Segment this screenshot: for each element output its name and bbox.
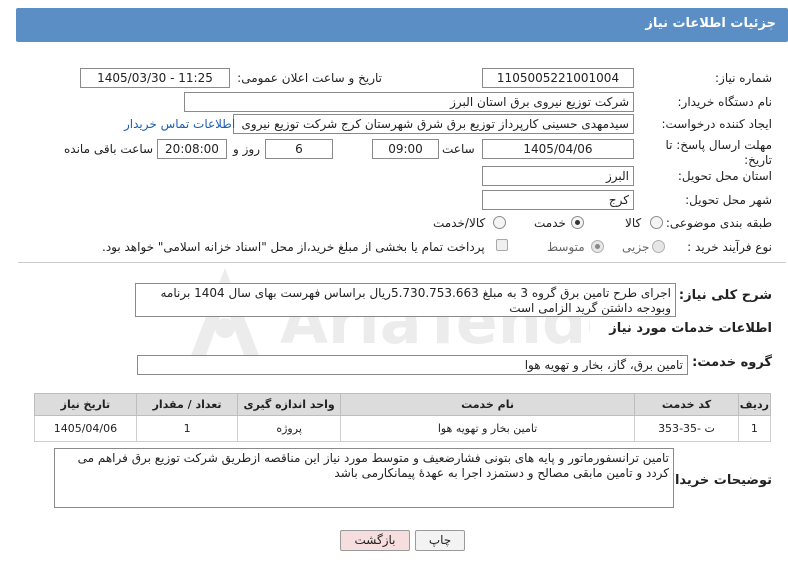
category-label: طبقه بندی موضوعی: <box>665 216 772 230</box>
remaining-time-label: ساعت باقی مانده <box>64 142 154 156</box>
col-unit: واحد اندازه گیری <box>237 393 341 416</box>
buyer-notes-label: توضیحات خریدار: <box>662 473 772 488</box>
category-option-service: خدمت <box>534 216 566 230</box>
process-option-minor: جزیی <box>622 240 650 254</box>
deadline-time-label: ساعت <box>442 142 475 156</box>
page-header: جزئیات اطلاعات نیاز <box>16 8 788 42</box>
cell-date: 1405/04/06 <box>34 415 137 442</box>
province-field[interactable]: البرز <box>482 166 634 186</box>
divider <box>18 262 786 263</box>
col-date: تاریخ نیاز <box>34 393 137 416</box>
category-option-goods-service: کالا/خدمت <box>433 216 486 230</box>
category-radio-goods-service[interactable] <box>493 216 506 229</box>
deadline-label: مهلت ارسال پاسخ: تا تاریخ: <box>665 138 772 167</box>
process-label: نوع فرآیند خرید : <box>687 240 772 254</box>
category-option-goods: کالا <box>625 216 642 230</box>
print-button[interactable]: چاپ <box>415 530 465 551</box>
buyer-org-label: نام دستگاه خریدار: <box>677 95 773 109</box>
remaining-time-field[interactable]: 20:08:00 <box>157 139 227 159</box>
summary-label: شرح کلی نیاز: <box>678 288 772 303</box>
col-code: کد خدمت <box>634 393 739 416</box>
table-header-row: ردیف کد خدمت نام خدمت واحد اندازه گیری ت… <box>34 393 772 416</box>
city-label: شهر محل تحویل: <box>685 193 772 207</box>
process-radio-medium[interactable] <box>591 240 604 253</box>
process-option-medium: متوسط <box>547 240 585 254</box>
cell-name: تامین بخار و تهویه هوا <box>339 415 636 442</box>
announce-date-label: تاریخ و ساعت اعلان عمومی: <box>237 71 382 85</box>
cell-row: 1 <box>737 415 772 442</box>
announce-date-field[interactable]: 1405/03/30 - 11:25 <box>80 68 230 88</box>
treasury-checkbox[interactable] <box>496 239 508 251</box>
services-table: ردیف کد خدمت نام خدمت واحد اندازه گیری ت… <box>34 393 772 442</box>
cell-code: ت -35-353 <box>634 415 739 442</box>
back-button[interactable]: بازگشت <box>340 530 410 551</box>
category-radio-goods[interactable] <box>650 216 663 229</box>
process-radio-minor[interactable] <box>652 240 665 253</box>
buyer-notes-text[interactable]: تامین ترانسفورماتور و پایه های بتونی فشا… <box>54 448 674 508</box>
page-title: جزئیات اطلاعات نیاز <box>645 16 776 31</box>
cell-qty: 1 <box>135 415 239 442</box>
need-number-label: شماره نیاز: <box>715 71 772 85</box>
summary-text[interactable]: اجرای طرح تامین برق گروه 3 به مبلغ 5.730… <box>135 283 676 317</box>
service-group-label: گروه خدمت: <box>692 355 772 370</box>
services-section-title: اطلاعات خدمات مورد نیاز <box>609 321 772 336</box>
days-field[interactable]: 6 <box>265 139 333 159</box>
deadline-time-field[interactable]: 09:00 <box>372 139 439 159</box>
table-row: 1 ت -35-353 تامین بخار و تهویه هوا پروژه… <box>34 415 772 442</box>
deadline-date-field[interactable]: 1405/04/06 <box>482 139 634 159</box>
col-row: ردیف <box>737 393 772 416</box>
buyer-contact-link[interactable]: اطلاعات تماس خریدار <box>124 117 235 131</box>
creator-field[interactable]: سیدمهدی حسینی کارپرداز توزیع برق شرق شهر… <box>233 114 634 134</box>
days-label: روز و <box>233 142 260 156</box>
col-name: نام خدمت <box>339 393 636 416</box>
category-radio-service[interactable] <box>571 216 584 229</box>
province-label: استان محل تحویل: <box>677 169 772 183</box>
cell-unit: پروژه <box>237 415 341 442</box>
creator-label: ایجاد کننده درخواست: <box>661 117 772 131</box>
need-number-field[interactable]: 1105005221001004 <box>482 68 634 88</box>
city-field[interactable]: کرج <box>482 190 634 210</box>
buyer-org-field[interactable]: شرکت توزیع نیروی برق استان البرز <box>184 92 634 112</box>
col-qty: تعداد / مقدار <box>135 393 239 416</box>
treasury-note: پرداخت تمام یا بخشی از مبلغ خرید،از محل … <box>102 240 485 254</box>
service-group-field[interactable]: تامین برق، گاز، بخار و تهویه هوا <box>137 355 688 375</box>
